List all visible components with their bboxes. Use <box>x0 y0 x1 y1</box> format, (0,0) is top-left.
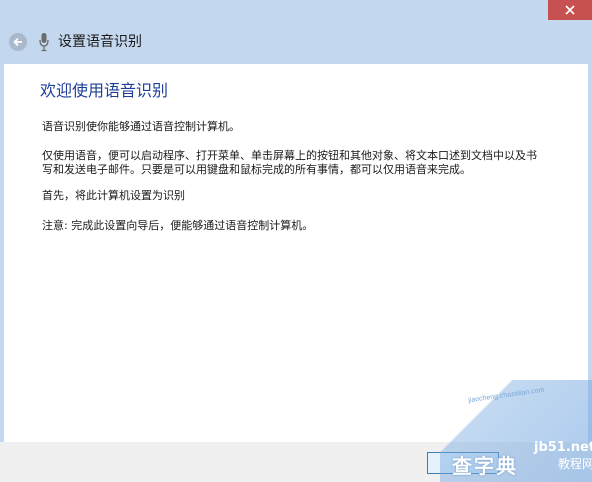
header-title: 设置语音识别 <box>58 34 142 50</box>
microphone-icon <box>39 33 49 52</box>
features-paragraph-line1: 仅使用语音，便可以启动程序、打开菜单、单击屏幕上的按钮和其他对象、将文本口述到文… <box>42 149 537 162</box>
wizard-header: 设置语音识别 <box>0 24 592 64</box>
title-bar <box>0 0 592 24</box>
wizard-window: 设置语音识别 欢迎使用语音识别 语音识别使你能够通过语音控制计算机。 仅使用语音… <box>0 0 592 482</box>
watermark-large-text: 查字典 <box>452 454 518 478</box>
close-button[interactable] <box>548 0 592 20</box>
note-paragraph: 注意: 完成此设置向导后，便能够通过语音控制计算机。 <box>42 219 314 232</box>
page-title: 欢迎使用语音识别 <box>40 81 169 100</box>
watermark-brand: jb51.net <box>534 440 592 455</box>
intro-paragraph: 语音识别使你能够通过语音控制计算机。 <box>42 120 240 133</box>
content-panel: 欢迎使用语音识别 语音识别使你能够通过语音控制计算机。 仅使用语音，便可以启动程… <box>4 64 588 442</box>
setup-paragraph: 首先，将此计算机设置为识别 <box>42 189 185 202</box>
features-paragraph-line2: 写和发送电子邮件。只要是可以用键盘和鼠标完成的所有事情，都可以仅用语音来完成。 <box>42 163 471 176</box>
back-button[interactable] <box>9 33 27 51</box>
close-icon <box>565 5 575 15</box>
back-arrow-icon <box>13 37 22 47</box>
watermark-tutorial-text: 教程网 <box>558 457 592 471</box>
